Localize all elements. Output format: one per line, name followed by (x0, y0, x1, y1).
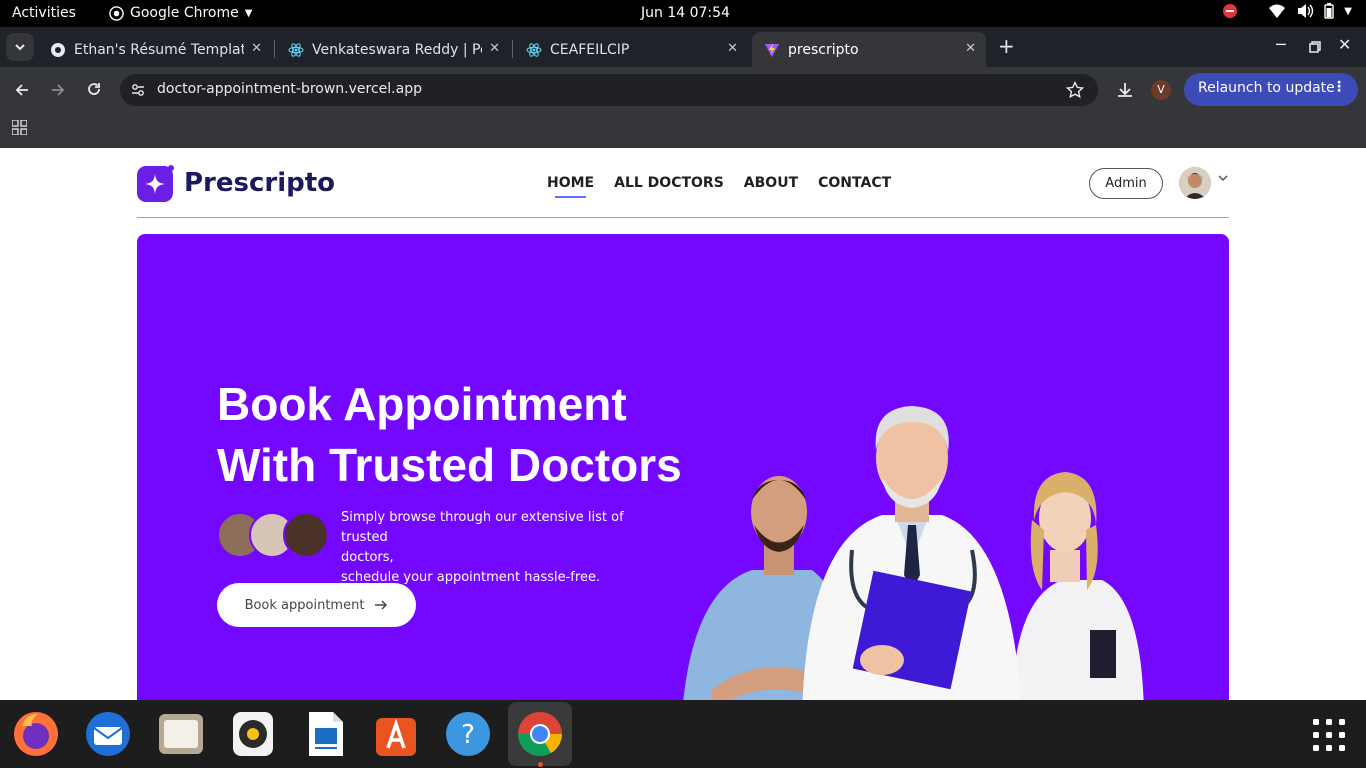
new-tab-button[interactable]: + (998, 34, 1015, 58)
tab-divider (512, 40, 513, 58)
app-menu[interactable]: Google Chrome ▼ (109, 5, 252, 21)
battery-icon (1324, 3, 1334, 19)
hero-desc-line-2: doctors, (341, 550, 394, 565)
maximize-button[interactable] (1309, 41, 1321, 53)
more-menu-icon[interactable]: ⋮ (1332, 79, 1346, 95)
hero-description: Simply browse through our extensive list… (341, 508, 671, 588)
doctor-avatars-group (217, 512, 333, 562)
bookmarks-bar (0, 112, 1366, 148)
dock: ? (0, 700, 1366, 768)
browser-toolbar: doctor-appointment-brown.vercel.app V Re… (0, 67, 1366, 112)
arrow-right-icon (375, 600, 388, 610)
nav-contact[interactable]: CONTACT (818, 175, 891, 191)
tab-title: prescripto (788, 41, 859, 58)
nav-all-doctors[interactable]: ALL DOCTORS (614, 175, 724, 191)
hero-title: Book Appointment With Trusted Doctors (217, 374, 682, 496)
svg-text:?: ? (461, 720, 475, 750)
admin-button[interactable]: Admin (1089, 168, 1163, 199)
help-icon[interactable]: ? (444, 710, 492, 758)
site-logo[interactable]: Prescripto (137, 164, 335, 202)
activities-button[interactable]: Activities (12, 5, 76, 21)
main-menu: HOME ALL DOCTORS ABOUT CONTACT (547, 175, 891, 198)
url-text: doctor-appointment-brown.vercel.app (157, 81, 422, 97)
user-menu-caret-icon[interactable] (1217, 172, 1229, 184)
close-tab-icon[interactable]: ✕ (489, 41, 500, 56)
app-center-icon[interactable] (372, 710, 420, 758)
app-menu-caret-icon: ▼ (244, 7, 253, 19)
system-top-bar: Activities Google Chrome ▼ Jun 14 07:54 … (0, 0, 1366, 27)
reload-icon[interactable] (86, 81, 102, 97)
hero-title-line-2: With Trusted Doctors (217, 439, 682, 491)
app-name-label: Google Chrome (130, 5, 239, 21)
address-bar[interactable]: doctor-appointment-brown.vercel.app (120, 74, 1098, 106)
show-apps-grid-icon[interactable] (1312, 718, 1346, 752)
close-window-button[interactable]: ✕ (1338, 35, 1351, 54)
react-icon (288, 42, 304, 57)
apps-grid-icon[interactable] (12, 120, 27, 135)
tab-title: Venkateswara Reddy | Po (312, 41, 482, 58)
close-tab-icon[interactable]: ✕ (965, 41, 976, 56)
volume-icon (1298, 4, 1314, 18)
site-navbar: Prescripto HOME ALL DOCTORS ABOUT CONTAC… (137, 148, 1229, 218)
close-tab-icon[interactable]: ✕ (251, 41, 262, 56)
system-menu-caret-icon: ▼ (1344, 5, 1352, 17)
relaunch-label: Relaunch to update (1198, 80, 1335, 96)
libreoffice-writer-icon[interactable] (301, 710, 349, 758)
doctors-hero-image (683, 406, 1144, 700)
tab-resume[interactable]: Ethan's Résumé Templat ✕ (38, 32, 272, 67)
minimize-button[interactable]: ─ (1276, 35, 1286, 54)
do-not-disturb-icon (1223, 4, 1238, 18)
tab-title: Ethan's Résumé Templat (74, 41, 244, 58)
chrome-icon (109, 5, 124, 21)
firefox-icon[interactable] (12, 710, 60, 758)
react-icon (526, 42, 542, 57)
bookmark-star-icon[interactable] (1066, 81, 1084, 99)
resume-favicon-icon (51, 42, 65, 57)
prescripto-logo-icon (137, 165, 174, 202)
nav-about[interactable]: ABOUT (744, 175, 798, 191)
tab-strip: Ethan's Résumé Templat ✕ Venkateswara Re… (0, 27, 1366, 67)
vite-icon (765, 42, 779, 57)
tab-divider (274, 40, 275, 58)
forward-icon[interactable] (50, 82, 66, 98)
hero-banner: Book Appointment With Trusted Doctors Si… (137, 234, 1229, 700)
running-indicator (538, 762, 543, 767)
tab-ceafeilcip[interactable]: CEAFEILCIP ✕ (514, 32, 748, 67)
google-chrome-icon[interactable] (516, 710, 564, 758)
hero-desc-line-1: Simply browse through our extensive list… (341, 510, 624, 545)
user-photo-icon (1179, 167, 1211, 199)
doctor-avatar (283, 512, 329, 558)
wifi-icon (1269, 4, 1286, 18)
web-page: Prescripto HOME ALL DOCTORS ABOUT CONTAC… (0, 148, 1366, 700)
brand-name: Prescripto (184, 168, 336, 198)
tab-search-icon[interactable] (6, 33, 34, 61)
book-appointment-label: Book appointment (244, 597, 365, 613)
close-tab-icon[interactable]: ✕ (727, 41, 738, 56)
back-icon[interactable] (14, 82, 30, 98)
rhythmbox-icon[interactable] (229, 710, 277, 758)
thunderbird-icon[interactable] (84, 710, 132, 758)
site-settings-icon[interactable] (130, 82, 146, 98)
book-appointment-button[interactable]: Book appointment (217, 583, 416, 627)
hero-title-line-1: Book Appointment (217, 378, 627, 430)
tab-title: CEAFEILCIP (550, 41, 630, 58)
tab-venkateswara[interactable]: Venkateswara Reddy | Po ✕ (276, 32, 510, 67)
clock[interactable]: Jun 14 07:54 (641, 5, 730, 21)
user-avatar[interactable] (1179, 167, 1211, 199)
nav-home[interactable]: HOME (547, 175, 594, 198)
download-icon[interactable] (1116, 81, 1134, 99)
profile-initial: V (1157, 83, 1165, 96)
relaunch-to-update-button[interactable]: Relaunch to update ⋮ (1184, 73, 1358, 106)
tab-prescripto[interactable]: prescripto ✕ (752, 32, 986, 67)
system-tray[interactable]: ▼ (1222, 3, 1352, 19)
files-icon[interactable] (157, 710, 205, 758)
profile-avatar[interactable]: V (1151, 80, 1171, 100)
